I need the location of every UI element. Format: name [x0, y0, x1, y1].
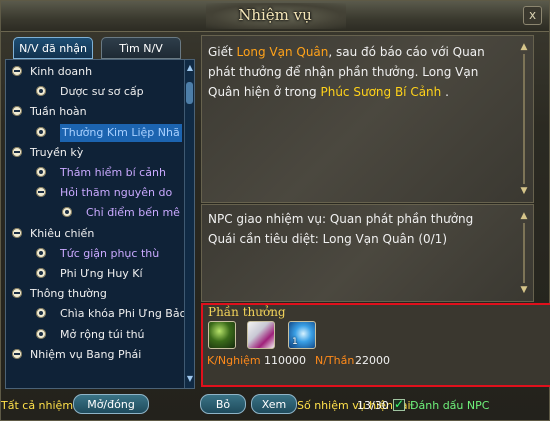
exp-value: 110000 — [264, 354, 306, 367]
collapse-icon[interactable] — [36, 187, 46, 198]
view-button[interactable]: Xem — [251, 394, 297, 414]
reward-title: Phần thưởng — [208, 305, 286, 319]
reward-panel: Phần thưởng 1 K/Nghiệm 110000 N/Thần 220… — [201, 303, 550, 387]
npc-scrollbar[interactable]: ▲ ▼ — [519, 211, 529, 295]
scroll-up-icon[interactable]: ▲ — [519, 42, 529, 52]
target-monster: Quái cần tiêu diệt: Long Vạn Quân (0/1) — [208, 232, 447, 246]
spirit-value: 22000 — [355, 354, 390, 367]
tree-item-label: Tuần hoàn — [30, 105, 87, 119]
scroll-down-icon[interactable]: ▼ — [519, 186, 529, 196]
abandon-button[interactable]: Bỏ — [200, 394, 246, 414]
tree-item-label: Mở rộng túi thú — [60, 327, 145, 341]
spirit-label: N/Thần — [315, 354, 355, 367]
quest-dot-icon[interactable] — [36, 308, 46, 319]
collapse-icon[interactable] — [12, 288, 22, 299]
quest-dot-icon[interactable] — [36, 126, 46, 137]
tree-item-label: Khiêu chiến — [30, 226, 95, 240]
tab-find-quests[interactable]: Tìm N/V — [101, 37, 181, 59]
location-link[interactable]: Phúc Sương Bí Cảnh — [320, 85, 441, 99]
scroll-up-icon[interactable]: ▲ — [185, 62, 194, 74]
quest-window: Nhiệm vụ x N/V đã nhận Tìm N/V Kinh doan… — [0, 0, 550, 421]
tree-item-label: Thông thường — [30, 287, 107, 301]
scroll-up-icon[interactable]: ▲ — [519, 211, 529, 221]
mark-npc-checkbox[interactable]: ✓ — [393, 397, 405, 411]
tree-item-label: Tức giận phục thù — [60, 246, 160, 260]
check-icon: ✓ — [394, 397, 405, 411]
tree-item-label: Kinh doanh — [30, 65, 93, 78]
quest-dot-icon[interactable] — [36, 328, 46, 339]
scroll-down-icon[interactable]: ▼ — [185, 373, 194, 385]
collapse-icon[interactable] — [12, 348, 22, 359]
close-button[interactable]: x — [523, 6, 542, 25]
quest-dot-icon[interactable] — [36, 268, 46, 278]
tree-item-label: Chìa khóa Phi Ưng Bảo — [60, 307, 187, 321]
quest-dot-icon[interactable] — [62, 207, 72, 218]
scroll-icon[interactable] — [247, 321, 275, 349]
tree-item-label: Thưởng Kim Liệp Nhã — [60, 123, 182, 142]
blue-crystal-icon[interactable]: 1 — [288, 321, 316, 349]
quest-dot-icon[interactable] — [36, 167, 46, 177]
collapse-icon[interactable] — [12, 106, 22, 117]
title-bar[interactable]: Nhiệm vụ x — [1, 1, 549, 32]
collapse-icon[interactable] — [12, 146, 22, 157]
collapse-icon[interactable] — [12, 227, 22, 238]
tree-item-label: Hỏi thăm nguyên do — [60, 186, 173, 200]
tree-item-label: Truyền kỳ — [30, 145, 84, 159]
tree-item-label: Nhiệm vụ Bang Phái — [30, 347, 142, 361]
collapse-icon[interactable] — [12, 66, 22, 76]
window-title: Nhiệm vụ — [238, 6, 312, 24]
quest-description: Giết Long Vạn Quân, sau đó báo cáo với Q… — [208, 45, 485, 99]
tab-accepted-quests[interactable]: N/V đã nhận — [13, 37, 93, 59]
mark-npc-label: Đánh dấu NPC — [410, 399, 490, 412]
description-scrollbar[interactable]: ▲ ▼ — [519, 42, 529, 196]
tree-item-label: Thám hiểm bí cảnh — [60, 166, 166, 179]
exp-label: K/Nghiệm — [207, 354, 261, 367]
npc-info: NPC giao nhiệm vụ: Quan phát phần thưởng… — [208, 209, 473, 249]
green-orb-icon[interactable] — [208, 321, 236, 349]
quest-count-value: 13/30 — [357, 399, 389, 412]
tree-scrollbar[interactable]: ▲ ▼ — [184, 60, 194, 388]
scrollbar-thumb[interactable] — [186, 82, 193, 104]
tree-item-label: Dược sư sơ cấp — [60, 85, 144, 99]
scroll-track — [523, 223, 525, 283]
quest-npc-panel: NPC giao nhiệm vụ: Quan phát phần thưởng… — [201, 204, 534, 302]
tree-item-label: Phi Ưng Huy Kí — [60, 267, 143, 280]
tree-item-label: Chỉ điểm bến mê — [86, 206, 180, 220]
quest-description-panel: Giết Long Vạn Quân, sau đó báo cáo với Q… — [201, 35, 534, 203]
quest-tree: Kinh doanh Dược sư sơ cấp Tuần hoàn Thưởng … — [5, 59, 195, 389]
quest-dot-icon[interactable] — [36, 86, 46, 97]
scroll-down-icon[interactable]: ▼ — [519, 285, 529, 295]
open-close-button[interactable]: Mở/đóng — [73, 394, 149, 414]
quest-dot-icon[interactable] — [36, 247, 46, 258]
npc-giver: NPC giao nhiệm vụ: Quan phát phần thưởng — [208, 212, 474, 226]
scroll-track — [523, 54, 525, 184]
target-link[interactable]: Long Vạn Quân — [237, 45, 329, 59]
